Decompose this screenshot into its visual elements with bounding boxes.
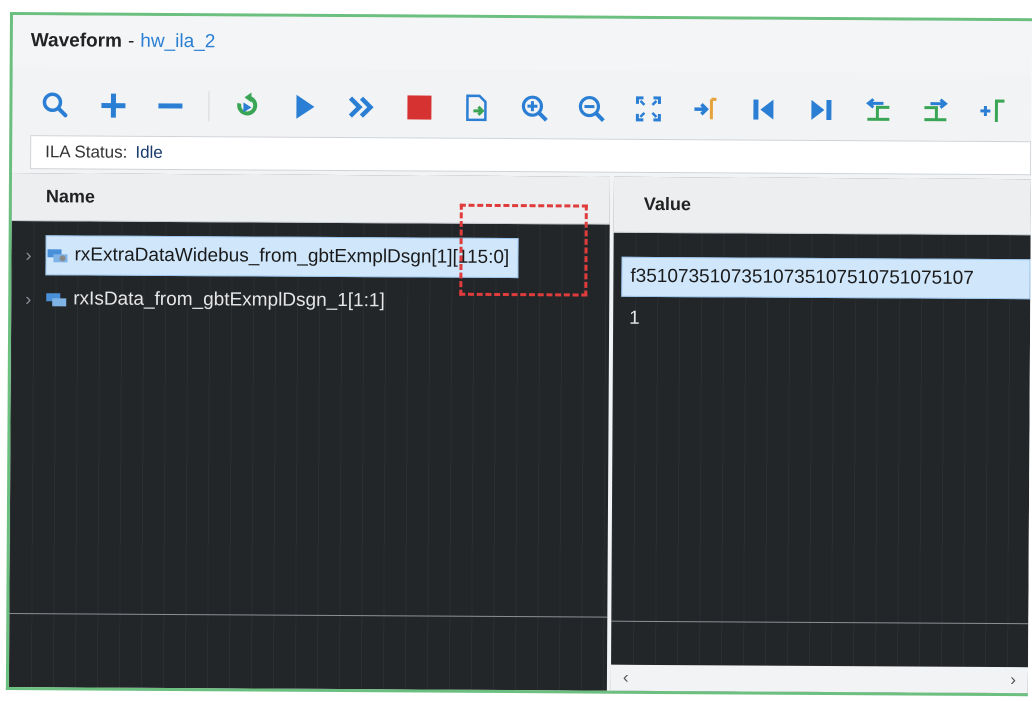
stop-trigger-button[interactable] bbox=[400, 86, 439, 128]
name-column-header[interactable]: Name bbox=[11, 173, 611, 225]
go-to-end-button[interactable] bbox=[802, 89, 841, 131]
expand-chevron-icon[interactable]: › bbox=[11, 289, 45, 310]
signal-row[interactable]: › rxExtraDataWidebus_from_gbtExmplDsgn[1… bbox=[11, 235, 609, 279]
zoom-fit-icon bbox=[636, 96, 662, 122]
bus-signal-icon bbox=[47, 249, 68, 263]
expand-chevron-icon[interactable]: › bbox=[11, 245, 45, 266]
scroll-right-icon[interactable]: › bbox=[1010, 670, 1016, 690]
ila-status-label: ILA Status: bbox=[45, 142, 128, 162]
ila-status-bar: ILA Status: Idle bbox=[30, 135, 1032, 176]
signal-row[interactable]: › rxIsData_from_gbtExmplDsgn_1[1:1] bbox=[11, 279, 609, 323]
add-marker-button[interactable] bbox=[974, 90, 1013, 132]
add-probe-button[interactable] bbox=[94, 85, 133, 127]
name-panel: Name › rxExtraDataWidebus_from_gbtExmplD… bbox=[8, 173, 611, 691]
run-trigger-immediate-icon bbox=[237, 92, 258, 116]
zoom-out-icon bbox=[578, 95, 605, 123]
title-separator: - bbox=[127, 30, 135, 52]
go-to-end-icon bbox=[810, 99, 832, 121]
next-transition-icon bbox=[924, 98, 949, 122]
zoom-in-icon bbox=[521, 95, 548, 122]
waveform-window: Waveform - hw_ila_2 ILA Status: Idle Nam… bbox=[5, 12, 1032, 697]
signal-name: rxIsData_from_gbtExmplDsgn_1[1:1] bbox=[73, 288, 385, 312]
signal-name: rxExtraDataWidebus_from_gbtExmplDsgn[1][… bbox=[74, 244, 510, 269]
remove-probe-button[interactable] bbox=[151, 85, 190, 127]
scroll-left-icon[interactable]: ‹ bbox=[623, 668, 629, 688]
toolbar-separator bbox=[208, 91, 210, 122]
previous-transition-icon bbox=[866, 98, 890, 121]
window-title: Waveform bbox=[30, 30, 123, 52]
search-button[interactable] bbox=[36, 84, 75, 126]
plus-icon bbox=[101, 93, 126, 118]
window-titlebar: Waveform - hw_ila_2 bbox=[12, 15, 1032, 74]
signal-row-content[interactable]: rxExtraDataWidebus_from_gbtExmplDsgn[1][… bbox=[45, 235, 519, 279]
search-icon bbox=[42, 92, 68, 118]
previous-transition-button[interactable] bbox=[859, 89, 898, 131]
value-panel: Value f35107351073510735107510751075107 … bbox=[610, 176, 1031, 694]
go-to-start-icon bbox=[753, 99, 774, 120]
go-to-cursor-icon bbox=[694, 97, 717, 120]
add-marker-icon bbox=[980, 99, 1005, 123]
run-trigger-immediate-button[interactable] bbox=[227, 85, 266, 127]
play-icon bbox=[296, 94, 315, 119]
zoom-out-button[interactable] bbox=[572, 87, 611, 129]
zoom-in-button[interactable] bbox=[515, 87, 554, 129]
run-trigger-button[interactable] bbox=[285, 86, 324, 128]
horizontal-scrollbar[interactable]: ‹ › bbox=[610, 664, 1029, 694]
signal-value-row[interactable]: 1 bbox=[621, 299, 1030, 341]
export-button[interactable] bbox=[457, 87, 496, 129]
fast-forward-icon bbox=[349, 96, 374, 118]
go-to-cursor-button[interactable] bbox=[687, 88, 726, 130]
export-icon bbox=[466, 94, 487, 122]
next-transition-button[interactable] bbox=[917, 90, 956, 132]
stop-icon bbox=[407, 95, 432, 120]
ila-status-value: Idle bbox=[135, 142, 163, 162]
signal-row-content[interactable]: rxIsData_from_gbtExmplDsgn_1[1:1] bbox=[45, 279, 385, 321]
value-column-header[interactable]: Value bbox=[613, 176, 1031, 236]
run-continuous-button[interactable] bbox=[342, 86, 381, 128]
signal-value: f35107351073510735107510751075107 bbox=[630, 265, 974, 289]
zoom-fit-button[interactable] bbox=[629, 88, 668, 130]
signal-value: 1 bbox=[629, 307, 640, 329]
minus-icon bbox=[158, 103, 183, 109]
bus-signal-icon bbox=[46, 293, 67, 307]
signal-value-row[interactable]: f35107351073510735107510751075107 bbox=[621, 256, 1031, 300]
ila-name: hw_ila_2 bbox=[140, 30, 216, 53]
go-to-start-button[interactable] bbox=[744, 88, 783, 130]
waveform-toolbar bbox=[12, 75, 1031, 141]
